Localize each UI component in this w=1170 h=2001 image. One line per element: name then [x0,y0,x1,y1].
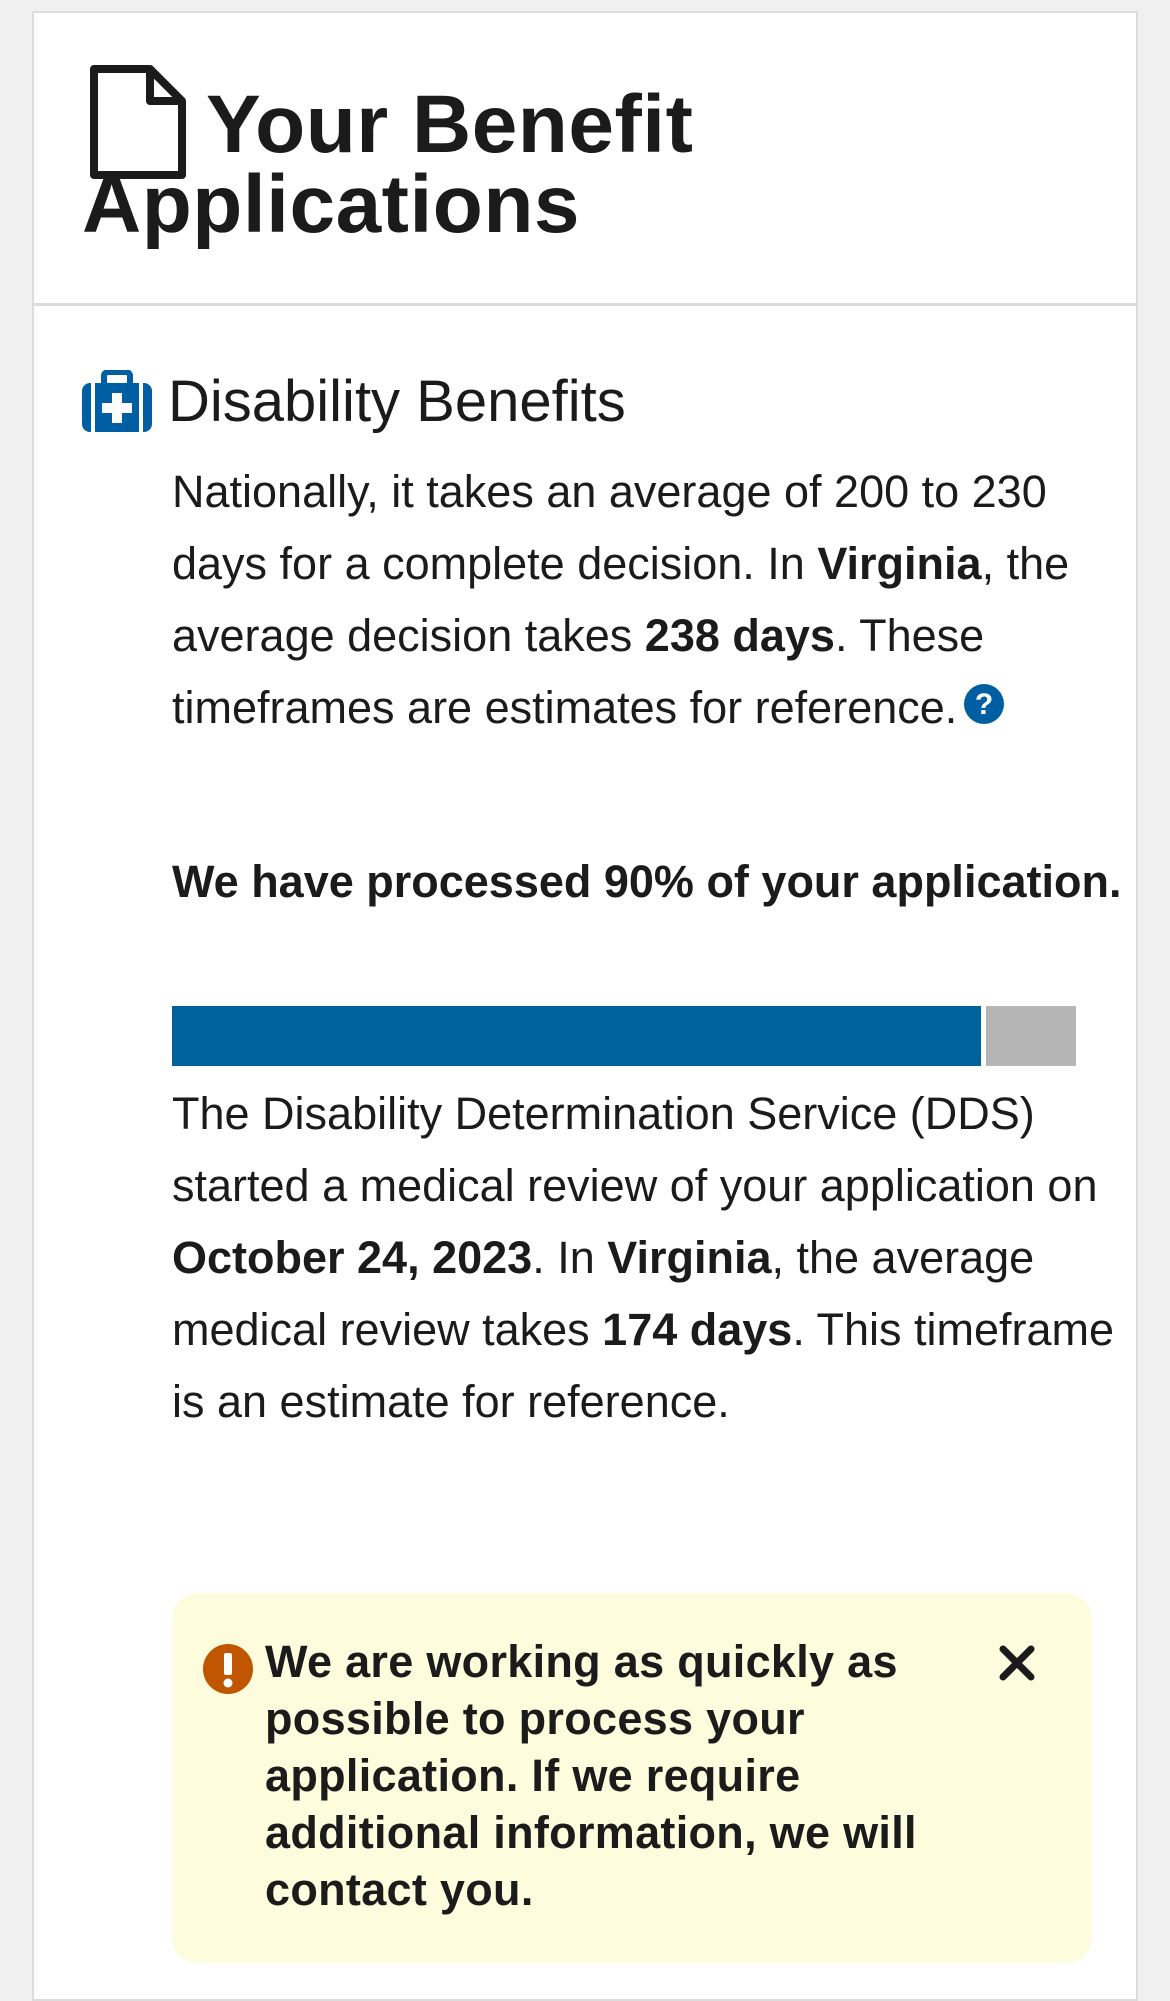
progress-bar [172,1006,1076,1066]
review-days: 174 days [602,1304,793,1355]
state-name: Virginia [607,1232,772,1283]
decision-days: 238 days [644,610,835,661]
benefit-applications-card: Your Benefit Applications Disability Ben… [32,11,1138,2001]
svg-text:?: ? [975,688,993,721]
dds-review-text: The Disability Determination Service (DD… [172,1088,1115,1427]
national-average-text: Nationally, it takes an average of 200 t… [172,466,1070,733]
progress-fill [172,1006,986,1066]
info-alert: We are working as quickly as possible to… [172,1593,1092,1963]
card-header: Your Benefit Applications [34,13,1136,306]
section-title: Disability Benefits [168,369,626,434]
page-title: Your Benefit Applications [82,79,694,250]
section-heading: Disability Benefits [80,366,626,438]
alert-message: We are working as quickly as possible to… [265,1636,917,1915]
review-start-date: October 24, 2023 [172,1232,533,1283]
close-icon[interactable] [997,1643,1037,1683]
progress-text: We have processed 90% of your applicatio… [172,856,1122,907]
help-icon[interactable]: ? [963,683,1005,725]
state-name: Virginia [817,538,982,589]
medical-kit-icon [82,370,152,432]
exclamation-icon [203,1644,253,1694]
